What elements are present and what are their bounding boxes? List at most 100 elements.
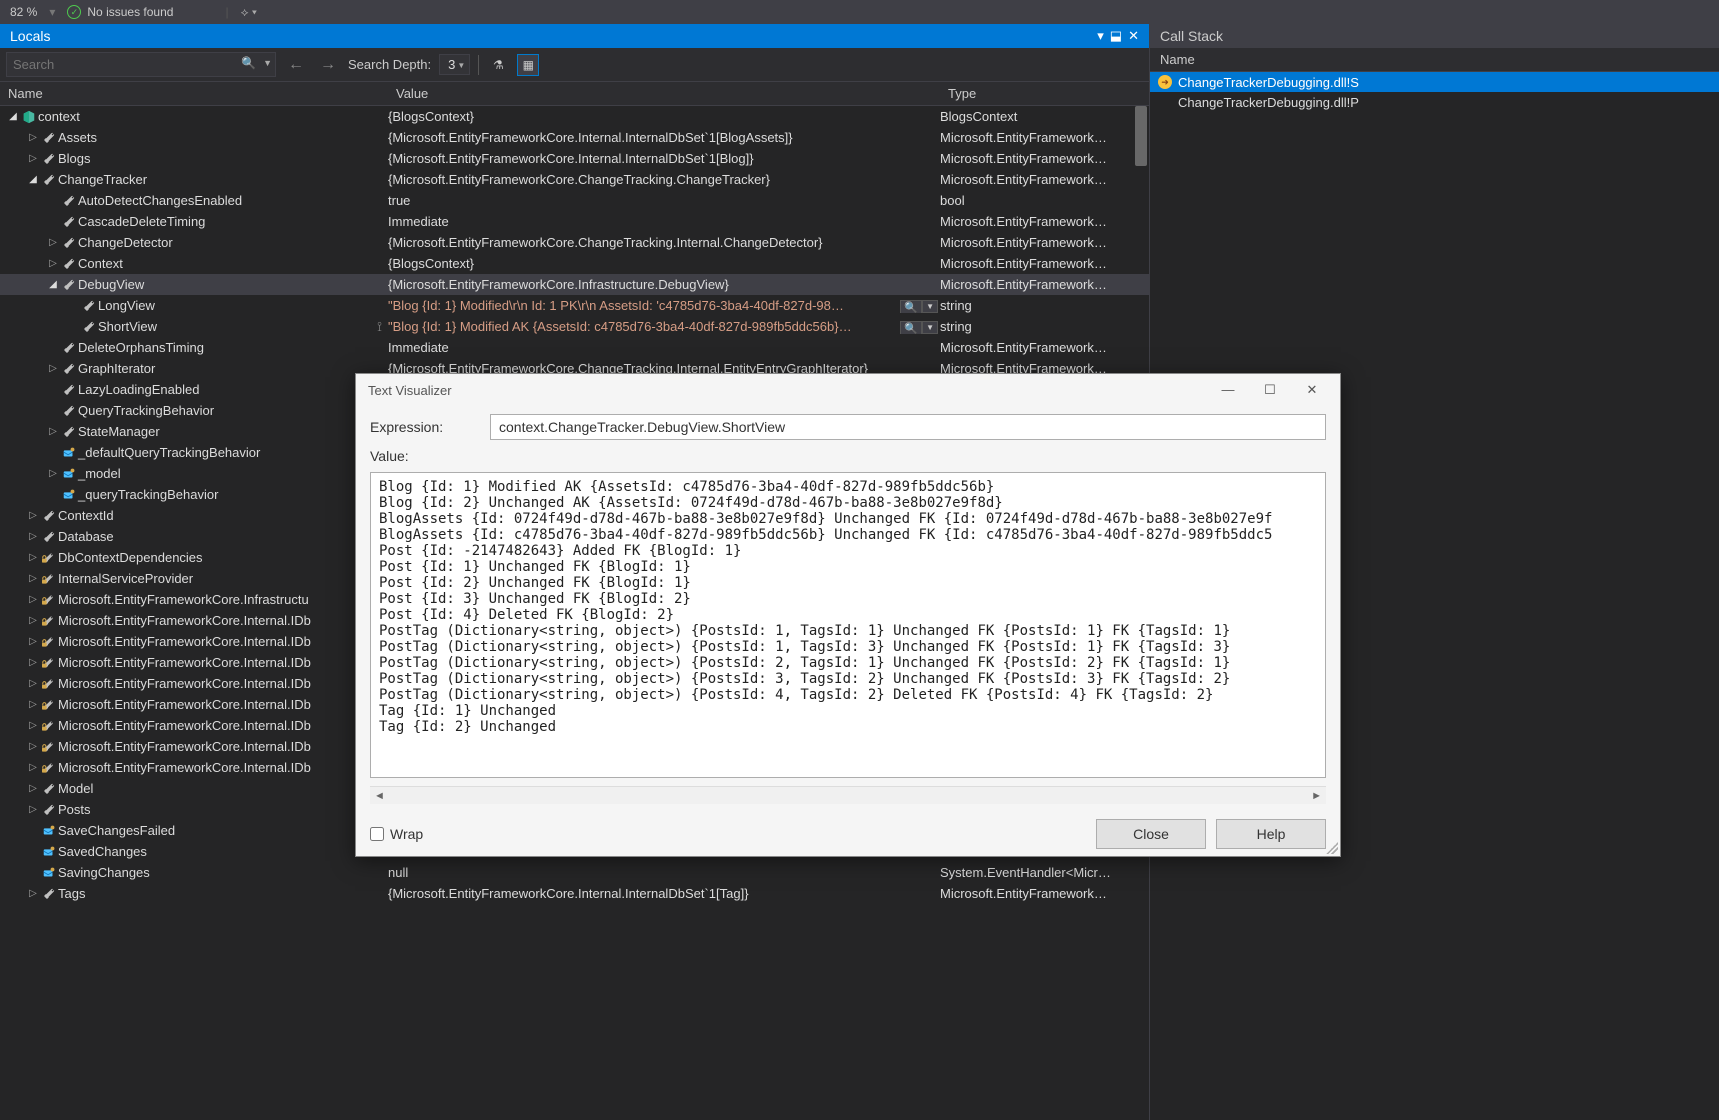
variable-value: {Microsoft.EntityFrameworkCore.Infrastru…	[388, 277, 729, 292]
nav-back-icon[interactable]: ←	[284, 56, 308, 74]
collapse-icon[interactable]: ◢	[46, 279, 60, 290]
pin-icon[interactable]: ⟟	[377, 319, 382, 335]
variable-value: {Microsoft.EntityFrameworkCore.ChangeTra…	[388, 172, 770, 187]
minimize-icon[interactable]: —	[1208, 382, 1248, 398]
expand-icon[interactable]: ▷	[46, 363, 60, 374]
search-icon[interactable]: 🔍	[241, 56, 256, 70]
horizontal-scrollbar[interactable]: ◄►	[370, 786, 1326, 804]
locals-row[interactable]: ◢context{BlogsContext}BlogsContext	[0, 106, 1149, 127]
close-icon[interactable]: ✕	[1128, 28, 1139, 44]
toggle-icon[interactable]: ▦	[517, 54, 539, 76]
lockwrench-icon	[40, 635, 58, 649]
callstack-row[interactable]: ChangeTrackerDebugging.dll!P	[1150, 92, 1719, 112]
locals-row[interactable]: ◢DebugView{Microsoft.EntityFrameworkCore…	[0, 274, 1149, 295]
callstack-header[interactable]: Name	[1150, 48, 1719, 72]
visualizer-title-bar[interactable]: Text Visualizer — ☐ ✕	[356, 374, 1340, 406]
locals-toolbar: 🔍 ▼ ← → Search Depth: 3 ▼ ⚗ ▦	[0, 48, 1149, 82]
expand-icon[interactable]: ▷	[26, 762, 40, 773]
variable-type: BlogsContext	[940, 109, 1149, 124]
variable-name: _defaultQueryTrackingBehavior	[78, 445, 260, 460]
locals-row[interactable]: ▷Context{BlogsContext}Microsoft.EntityFr…	[0, 253, 1149, 274]
variable-type: Microsoft.EntityFramework…	[940, 886, 1149, 901]
callstack-row[interactable]: ➜ChangeTrackerDebugging.dll!S	[1150, 72, 1719, 92]
expand-icon[interactable]: ▷	[26, 888, 40, 899]
variable-name: _model	[78, 466, 121, 481]
expand-icon[interactable]: ▷	[26, 573, 40, 584]
expand-icon[interactable]: ▷	[26, 741, 40, 752]
nav-forward-icon[interactable]: →	[316, 56, 340, 74]
locals-row[interactable]: ▷Assets{Microsoft.EntityFrameworkCore.In…	[0, 127, 1149, 148]
expand-icon[interactable]: ▷	[26, 153, 40, 164]
locals-row[interactable]: DeleteOrphansTimingImmediateMicrosoft.En…	[0, 337, 1149, 358]
visualizer-dropdown-icon[interactable]: ▼	[922, 300, 938, 313]
expand-icon[interactable]: ▷	[46, 258, 60, 269]
variable-name: Context	[78, 256, 123, 271]
expand-icon[interactable]: ▷	[26, 804, 40, 815]
collapse-icon[interactable]: ◢	[26, 174, 40, 185]
wrench-icon	[80, 299, 98, 313]
variable-name: SavedChanges	[58, 844, 147, 859]
expand-icon[interactable]: ▷	[26, 783, 40, 794]
status-strip: 82 % ▾ ✓ No issues found | ⟡ ▾	[0, 0, 1719, 24]
expand-icon[interactable]: ▷	[26, 531, 40, 542]
pin-icon[interactable]: ⬓	[1110, 28, 1122, 44]
depth-value[interactable]: 3 ▼	[439, 54, 470, 75]
close-icon[interactable]: ✕	[1292, 382, 1332, 398]
window-dropdown-icon[interactable]: ▾	[1097, 28, 1104, 44]
expression-input[interactable]	[490, 414, 1326, 440]
callstack-body[interactable]: ➜ChangeTrackerDebugging.dll!SChangeTrack…	[1150, 72, 1719, 112]
variable-name: Microsoft.EntityFrameworkCore.Internal.I…	[58, 676, 311, 691]
resize-grip-icon[interactable]	[1326, 842, 1338, 854]
variable-name: SaveChangesFailed	[58, 823, 175, 838]
wrench-icon	[40, 530, 58, 544]
expand-icon[interactable]: ▷	[26, 510, 40, 521]
zoom-level[interactable]: 82 %	[10, 5, 37, 19]
locals-row[interactable]: ShortView⟟"Blog {Id: 1} Modified AK {Ass…	[0, 316, 1149, 337]
wrap-checkbox[interactable]: Wrap	[370, 826, 423, 842]
expand-icon[interactable]: ▷	[26, 720, 40, 731]
expand-icon[interactable]: ▷	[26, 594, 40, 605]
expand-icon[interactable]: ▷	[46, 426, 60, 437]
locals-row[interactable]: SavingChangesnullSystem.EventHandler<Mic…	[0, 862, 1149, 883]
search-input[interactable]	[6, 52, 276, 77]
visualizer-icon[interactable]: 🔍	[900, 321, 922, 334]
collapse-icon[interactable]: ◢	[6, 111, 20, 122]
expand-icon[interactable]: ▷	[26, 552, 40, 563]
locals-row[interactable]: ▷Blogs{Microsoft.EntityFrameworkCore.Int…	[0, 148, 1149, 169]
expand-icon[interactable]: ▷	[26, 132, 40, 143]
locals-row[interactable]: CascadeDeleteTimingImmediateMicrosoft.En…	[0, 211, 1149, 232]
scrollbar-thumb[interactable]	[1135, 106, 1147, 166]
visualizer-icon[interactable]: 🔍	[900, 300, 922, 313]
variable-value: {Microsoft.EntityFrameworkCore.Internal.…	[388, 151, 754, 166]
expand-icon[interactable]: ▷	[26, 657, 40, 668]
expand-icon[interactable]: ▷	[26, 636, 40, 647]
visualizer-dropdown-icon[interactable]: ▼	[922, 321, 938, 334]
expand-icon[interactable]: ▷	[46, 237, 60, 248]
variable-type: Microsoft.EntityFramework…	[940, 214, 1149, 229]
wrench-icon	[40, 509, 58, 523]
variable-name: Database	[58, 529, 114, 544]
variable-value: Immediate	[388, 340, 449, 355]
locals-row[interactable]: ◢ChangeTracker{Microsoft.EntityFramework…	[0, 169, 1149, 190]
help-button[interactable]: Help	[1216, 819, 1326, 849]
variable-value: {Microsoft.EntityFrameworkCore.ChangeTra…	[388, 235, 823, 250]
locals-row[interactable]: LongView"Blog {Id: 1} Modified\r\n Id: 1…	[0, 295, 1149, 316]
expand-icon[interactable]: ▷	[46, 468, 60, 479]
locals-row[interactable]: AutoDetectChangesEnabledtruebool	[0, 190, 1149, 211]
value-textarea[interactable]: Blog {Id: 1} Modified AK {AssetsId: c478…	[370, 472, 1326, 778]
variable-name: Microsoft.EntityFrameworkCore.Internal.I…	[58, 739, 311, 754]
search-dropdown-icon[interactable]: ▼	[263, 58, 272, 68]
variable-value: {Microsoft.EntityFrameworkCore.Internal.…	[388, 886, 749, 901]
maximize-icon[interactable]: ☐	[1250, 382, 1290, 398]
text-visualizer-dialog: Text Visualizer — ☐ ✕ Expression: Value:…	[355, 373, 1341, 857]
filter-icon[interactable]: ⚗	[487, 54, 509, 76]
expand-icon[interactable]: ▷	[26, 678, 40, 689]
variable-value: {Microsoft.EntityFrameworkCore.Internal.…	[388, 130, 793, 145]
expand-icon[interactable]: ▷	[26, 615, 40, 626]
close-button[interactable]: Close	[1096, 819, 1206, 849]
locals-row[interactable]: ▷ChangeDetector{Microsoft.EntityFramewor…	[0, 232, 1149, 253]
tag-icon[interactable]: ⟡ ▾	[241, 5, 257, 20]
variable-name: InternalServiceProvider	[58, 571, 193, 586]
expand-icon[interactable]: ▷	[26, 699, 40, 710]
locals-row[interactable]: ▷Tags{Microsoft.EntityFrameworkCore.Inte…	[0, 883, 1149, 904]
